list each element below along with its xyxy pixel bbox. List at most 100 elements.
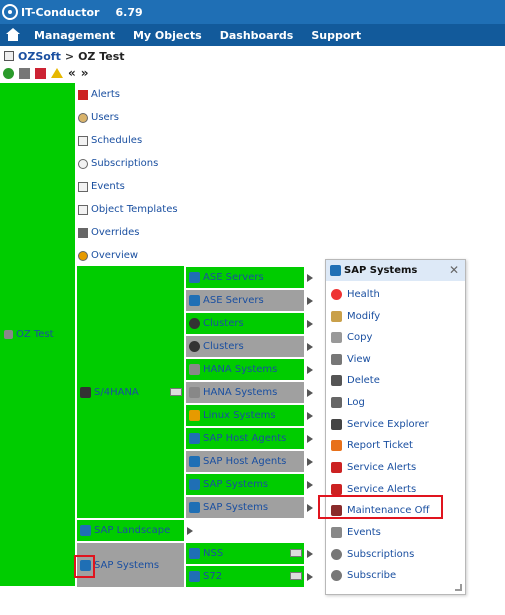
sub-item-label: Object Templates [91, 204, 178, 215]
child-hana-systems-1[interactable]: HANA Systems [186, 359, 304, 380]
expand-arrow-icon[interactable] [187, 527, 193, 535]
nav-dashboards[interactable]: Dashboards [220, 29, 294, 42]
child-nss[interactable]: NSS [186, 543, 304, 564]
rss-icon [331, 548, 342, 560]
child-ase-servers-1[interactable]: ASE Servers [186, 267, 304, 288]
menu-icon[interactable] [290, 572, 302, 580]
child-sap-systems-1[interactable]: SAP Systems [186, 474, 304, 495]
building-icon [4, 330, 13, 339]
menu-health[interactable]: Health [331, 286, 380, 302]
expand-arrow-icon[interactable] [307, 504, 313, 512]
toolbar: « » [3, 66, 89, 80]
sub-item-subscriptions[interactable]: Subscriptions [78, 152, 308, 175]
sub-item-overrides[interactable]: Overrides [78, 221, 308, 244]
child-sap-systems-2[interactable]: SAP Systems [186, 497, 304, 518]
landscape-icon [80, 525, 91, 536]
network-icon [331, 418, 342, 430]
tree-root-label: OZ Test [16, 329, 54, 340]
sap-systems-icon [189, 479, 200, 490]
menu-events[interactable]: Events [331, 524, 381, 540]
group-sap-landscape[interactable]: SAP Landscape [77, 520, 184, 541]
sub-item-label: Alerts [91, 89, 121, 100]
rss-icon [331, 569, 342, 581]
child-clusters-2[interactable]: Clusters [186, 336, 304, 357]
building-icon [4, 51, 14, 61]
menu-copy[interactable]: Copy [331, 329, 372, 345]
menu-label: View [347, 353, 371, 365]
hierarchy-icon[interactable] [19, 67, 30, 79]
sub-item-overview[interactable]: Overview [78, 244, 308, 267]
nav-my-objects[interactable]: My Objects [133, 29, 202, 42]
sub-item-label: Overrides [91, 227, 140, 238]
menu-delete[interactable]: Delete [331, 372, 380, 388]
sub-item-alerts[interactable]: Alerts [78, 83, 308, 106]
sub-item-label: Users [91, 112, 120, 123]
warning-icon[interactable] [51, 68, 63, 78]
menu-service-alerts-1[interactable]: Service Alerts [331, 459, 416, 475]
group-label: S/4HANA [94, 386, 139, 398]
home-icon[interactable] [4, 28, 22, 42]
expand-icon[interactable]: » [81, 66, 89, 80]
child-label: Linux Systems [203, 410, 276, 421]
trash-icon [331, 374, 342, 386]
nav-management[interactable]: Management [34, 29, 115, 42]
expand-arrow-icon[interactable] [307, 366, 313, 374]
group-s4hana[interactable]: S/4HANA [77, 266, 184, 518]
expand-arrow-icon[interactable] [307, 274, 313, 282]
menu-label: Report Ticket [347, 439, 413, 451]
collapse-icon[interactable]: « [68, 66, 76, 80]
child-label: SAP Host Agents [203, 433, 287, 444]
menu-modify[interactable]: Modify [331, 308, 380, 324]
alert-filter-icon[interactable] [35, 67, 46, 79]
menu-log[interactable]: Log [331, 394, 365, 410]
expand-arrow-icon[interactable] [307, 481, 313, 489]
overview-icon [78, 250, 88, 261]
breadcrumb-root[interactable]: OZSoft [18, 50, 61, 63]
sub-item-label: Schedules [91, 135, 143, 146]
expand-arrow-icon[interactable] [307, 297, 313, 305]
expand-arrow-icon[interactable] [307, 550, 313, 558]
sub-item-users[interactable]: Users [78, 106, 308, 129]
menu-icon[interactable] [290, 549, 302, 557]
refresh-icon[interactable] [3, 67, 14, 79]
cluster-icon [189, 341, 200, 352]
child-ase-servers-2[interactable]: ASE Servers [186, 290, 304, 311]
tree-root-cell[interactable]: OZ Test [0, 83, 75, 586]
expand-arrow-icon[interactable] [307, 435, 313, 443]
log-icon [331, 396, 342, 408]
menu-label: Subscriptions [347, 548, 415, 560]
menu-label: Service Explorer [347, 418, 429, 430]
menu-subscriptions[interactable]: Subscriptions [331, 546, 414, 562]
expand-arrow-icon[interactable] [307, 412, 313, 420]
list-icon [331, 526, 342, 538]
expand-arrow-icon[interactable] [307, 458, 313, 466]
alert-icon [78, 89, 88, 100]
child-linux-systems[interactable]: Linux Systems [186, 405, 304, 426]
close-icon[interactable]: ✕ [449, 263, 459, 277]
menu-service-explorer[interactable]: Service Explorer [331, 416, 429, 432]
menu-icon[interactable] [170, 388, 182, 396]
child-clusters-1[interactable]: Clusters [186, 313, 304, 334]
child-hana-systems-2[interactable]: HANA Systems [186, 382, 304, 403]
expand-arrow-icon[interactable] [307, 343, 313, 351]
child-s72[interactable]: S72 [186, 566, 304, 587]
sub-item-object-templates[interactable]: Object Templates [78, 198, 308, 221]
sub-item-schedules[interactable]: Schedules [78, 129, 308, 152]
resize-grip-icon[interactable] [455, 584, 462, 591]
expand-arrow-icon[interactable] [307, 389, 313, 397]
nav-support[interactable]: Support [311, 29, 361, 42]
menu-label: Delete [347, 374, 380, 386]
child-label: ASE Servers [203, 295, 264, 306]
menu-view[interactable]: View [331, 351, 371, 367]
sub-item-events[interactable]: Events [78, 175, 308, 198]
menu-label: Modify [347, 310, 381, 322]
menu-subscribe[interactable]: Subscribe [331, 567, 396, 583]
child-sap-host-agents-2[interactable]: SAP Host Agents [186, 451, 304, 472]
expand-arrow-icon[interactable] [307, 320, 313, 328]
context-menu-header: SAP Systems [326, 260, 465, 281]
child-sap-host-agents-1[interactable]: SAP Host Agents [186, 428, 304, 449]
breadcrumb-separator: > [64, 49, 75, 63]
menu-report-ticket[interactable]: Report Ticket [331, 437, 413, 453]
sap-system-icon [189, 571, 200, 582]
expand-arrow-icon[interactable] [307, 573, 313, 581]
